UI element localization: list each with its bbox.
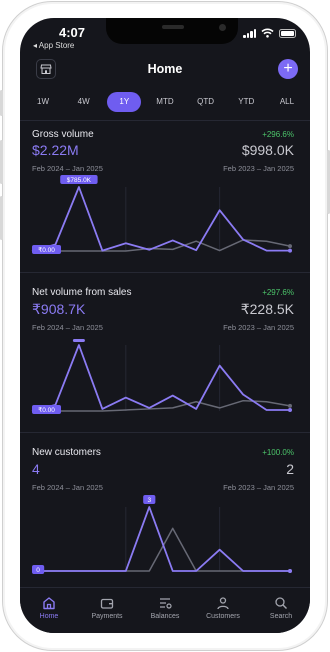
tab-balances[interactable]: Balances <box>136 588 194 633</box>
max-marker <box>72 339 85 342</box>
back-to-app-store-link[interactable]: ◂ App Store <box>33 41 74 50</box>
notch <box>106 18 238 44</box>
tab-home[interactable]: Home <box>20 588 78 633</box>
max-label: $785.0K <box>67 177 92 184</box>
min-label: ₹0.00 <box>38 406 55 414</box>
tab-label: Balances <box>150 613 180 620</box>
card-new-customers[interactable]: New customers +100.0% 4 2 Feb 2024 – Jan… <box>20 432 310 587</box>
end-point <box>288 248 292 253</box>
cellular-signal-icon <box>243 28 256 38</box>
tab-label: Customers <box>206 613 240 620</box>
previous-series-line <box>32 527 290 572</box>
header: Home + <box>20 58 310 90</box>
wallet-icon <box>100 598 114 609</box>
gross-volume-chart[interactable]: $785.0K ₹0.00 <box>20 121 310 273</box>
net-volume-chart[interactable]: ₹0.00 <box>20 273 310 433</box>
search-icon <box>275 597 287 609</box>
wifi-icon <box>261 28 274 38</box>
tab-all[interactable]: ALL <box>270 92 304 112</box>
new-customers-chart[interactable]: 30 <box>20 433 310 588</box>
add-button[interactable]: + <box>278 59 298 79</box>
tab-payments[interactable]: Payments <box>78 588 136 633</box>
card-gross-volume[interactable]: Gross volume +296.6% $2.22M $998.0K Feb … <box>20 120 310 272</box>
time-range-tabs: 1W 4W 1Y MTD QTD YTD ALL <box>26 91 304 113</box>
person-icon <box>217 597 229 610</box>
side-button <box>0 90 3 116</box>
end-point <box>288 407 292 412</box>
battery-icon <box>279 28 296 38</box>
end-point <box>288 403 292 408</box>
end-point <box>288 244 292 249</box>
tab-1w[interactable]: 1W <box>26 92 60 112</box>
page-title: Home <box>147 62 183 76</box>
current-series-line <box>31 186 290 252</box>
status-time: 4:07 <box>59 25 86 40</box>
tab-label: Home <box>39 613 59 620</box>
max-label: 3 <box>147 497 151 504</box>
tab-search[interactable]: Search <box>252 588 310 633</box>
side-button <box>0 140 3 184</box>
bottom-tab-bar: Home Payments Balances Customers Search <box>20 587 310 633</box>
min-label: ₹0.00 <box>38 246 55 254</box>
status-icons <box>243 28 296 38</box>
tab-label: Search <box>269 613 293 620</box>
home-icon <box>43 597 55 610</box>
end-point <box>288 569 292 573</box>
tab-customers[interactable]: Customers <box>194 588 252 633</box>
tab-label: Payments <box>91 613 123 620</box>
side-button <box>0 196 3 240</box>
card-net-volume[interactable]: Net volume from sales +297.6% ₹908.7K ₹2… <box>20 272 310 432</box>
tab-mtd[interactable]: MTD <box>148 92 182 112</box>
tab-1y[interactable]: 1Y <box>107 92 142 112</box>
balances-icon <box>160 598 172 609</box>
current-series-line <box>32 506 290 572</box>
min-label: 0 <box>36 567 40 574</box>
tab-ytd[interactable]: YTD <box>229 92 263 112</box>
tab-4w[interactable]: 4W <box>67 92 101 112</box>
app-screen: 4:07 ◂ App Store Home + 1W 4W 1Y MTD QTD YTD A… <box>20 18 310 633</box>
tab-qtd[interactable]: QTD <box>189 92 223 112</box>
